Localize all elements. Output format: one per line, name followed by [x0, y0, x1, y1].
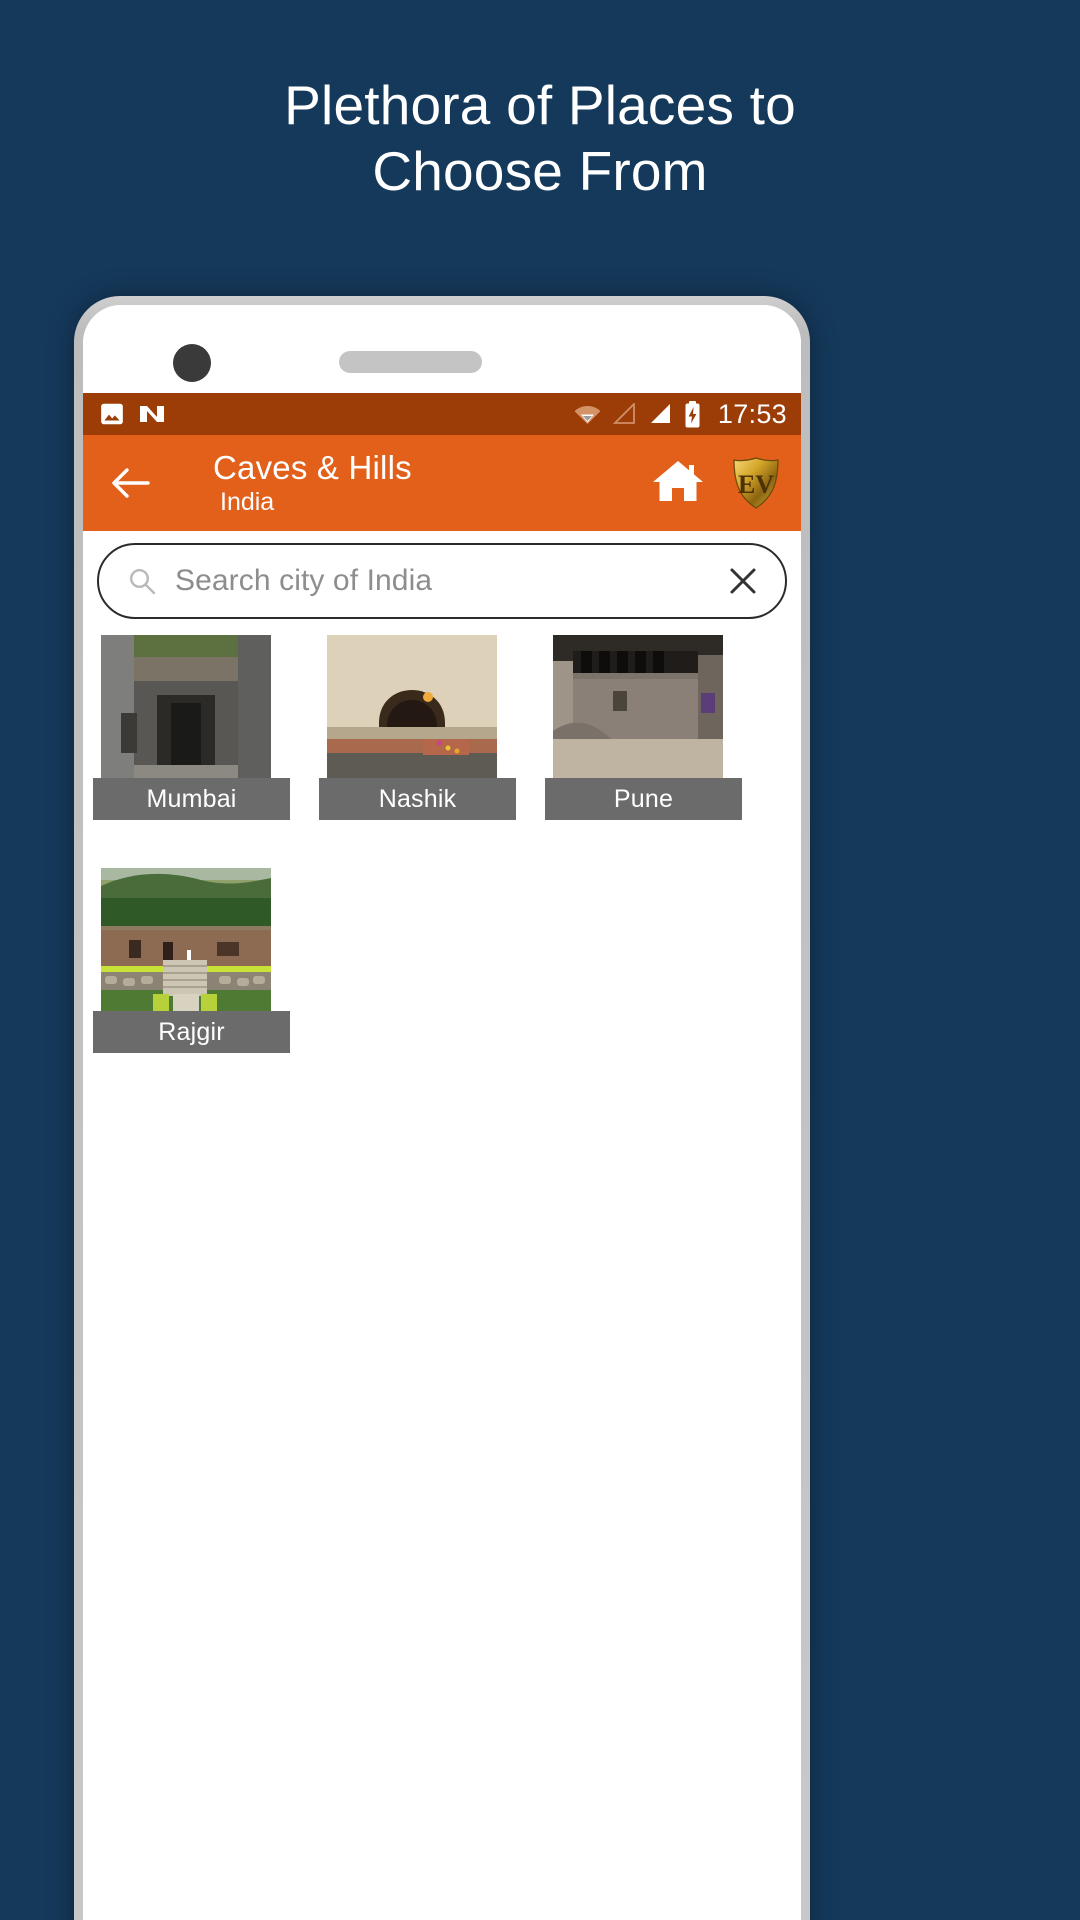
- search-input[interactable]: Search city of India: [97, 543, 787, 619]
- status-bar-right-icons: 17:53: [574, 399, 787, 430]
- phone-top-bezel: [83, 305, 801, 393]
- phone-screen: 17:53 Caves & Hills India EV Search city…: [83, 305, 801, 1920]
- close-icon: [730, 568, 756, 594]
- status-bar: 17:53: [83, 393, 801, 435]
- city-card-rajgir[interactable]: Rajgir: [93, 868, 290, 1053]
- ev-shield-logo: EV: [733, 457, 779, 509]
- image-icon: [101, 403, 123, 425]
- nashik-cave-photo: [327, 635, 497, 787]
- status-bar-left-icons: [99, 401, 166, 427]
- status-bar-clock: 17:53: [717, 398, 787, 429]
- pune-cave-photo: [553, 635, 723, 787]
- search-placeholder-text: Search city of India: [175, 564, 433, 597]
- signal-full-icon: [650, 404, 670, 423]
- city-grid: Mumbai Nashik Pune Rajgir: [83, 629, 801, 1101]
- promo-headline-line-1: Plethora of Places to: [284, 74, 796, 136]
- search-icon-slot: [127, 566, 157, 596]
- city-card-pune[interactable]: Pune: [545, 635, 742, 820]
- brand-logo-button[interactable]: EV: [731, 456, 781, 510]
- home-icon: [653, 460, 703, 501]
- earpiece-speaker: [339, 351, 482, 373]
- app-bar-actions: EV: [651, 456, 785, 510]
- page-subtitle: India: [220, 488, 275, 517]
- back-arrow-icon: [112, 468, 150, 498]
- mumbai-cave-photo: [101, 635, 271, 787]
- phone-mockup-frame: 17:53 Caves & Hills India EV Search city…: [74, 296, 810, 1920]
- back-button[interactable]: [105, 457, 157, 509]
- city-card-nashik[interactable]: Nashik: [319, 635, 516, 820]
- search-icon: [129, 568, 156, 595]
- ev-shield-text: EV: [738, 470, 774, 499]
- city-card-label: Rajgir: [93, 1011, 290, 1053]
- wifi-icon: [574, 406, 601, 424]
- city-card-mumbai[interactable]: Mumbai: [93, 635, 290, 820]
- page-title: Caves & Hills: [213, 448, 412, 486]
- front-camera-icon: [173, 344, 211, 382]
- app-bar-title-block: Caves & Hills India: [157, 448, 651, 517]
- promo-headline: Plethora of Places to Choose From: [0, 72, 1080, 204]
- city-card-label: Pune: [545, 778, 742, 820]
- city-card-label: Mumbai: [93, 778, 290, 820]
- clear-search-button[interactable]: [727, 565, 759, 597]
- app-bar: Caves & Hills India EV: [83, 435, 801, 531]
- rajgir-hills-photo: [101, 868, 271, 1020]
- search-section: Search city of India: [83, 531, 801, 629]
- city-card-label: Nashik: [319, 778, 516, 820]
- promo-headline-line-2: Choose From: [372, 140, 708, 202]
- battery-charging-icon: [685, 400, 700, 427]
- home-button[interactable]: [651, 457, 705, 510]
- signal-empty-icon: [612, 403, 635, 424]
- android-n-icon: [140, 406, 164, 422]
